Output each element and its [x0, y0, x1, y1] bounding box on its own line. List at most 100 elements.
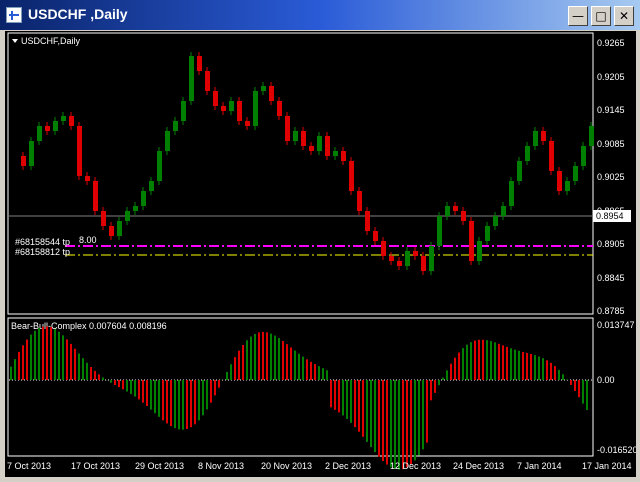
- chart-menu-triangle-icon[interactable]: [12, 39, 18, 43]
- candle-body: [421, 256, 426, 271]
- order-label-2: #68158812 tp: [15, 247, 70, 257]
- candle-body: [309, 146, 314, 151]
- date-tick-label: 17 Oct 2013: [71, 461, 120, 471]
- candle-body: [253, 91, 258, 126]
- candle-body: [437, 216, 442, 246]
- candle-body: [85, 176, 90, 181]
- candle-body: [245, 121, 250, 126]
- candle-body: [269, 86, 274, 101]
- candle-body: [221, 106, 226, 111]
- price-axis: 0.9265 0.9205 0.9145 0.9085 0.9025 0.896…: [597, 38, 625, 316]
- price-tick-label: 0.9025: [597, 172, 625, 182]
- candle-body: [189, 56, 194, 101]
- candle-body: [293, 131, 298, 141]
- candle-body: [341, 151, 346, 161]
- candle-body: [165, 131, 170, 151]
- candle-body: [501, 206, 506, 216]
- date-tick-label: 24 Dec 2013: [453, 461, 504, 471]
- candle-body: [413, 251, 418, 256]
- candle-body: [229, 101, 234, 111]
- date-tick-label: 7 Jan 2014: [517, 461, 562, 471]
- candle-body: [157, 151, 162, 181]
- window-title: USDCHF ,Daily: [28, 6, 128, 22]
- chart-symbol-label: USDCHF,Daily: [21, 36, 81, 46]
- candle-body: [21, 156, 26, 166]
- candle-body: [301, 131, 306, 146]
- minimize-button[interactable]: —: [568, 6, 588, 26]
- candle-body: [45, 126, 50, 131]
- candle-body: [381, 241, 386, 256]
- candle-body: [541, 131, 546, 141]
- candle-body: [141, 191, 146, 206]
- candle-body: [205, 71, 210, 91]
- candle-body: [237, 101, 242, 121]
- date-tick-label: 2 Dec 2013: [325, 461, 371, 471]
- date-tick-label: 29 Oct 2013: [135, 461, 184, 471]
- candle-body: [69, 116, 74, 126]
- candle-body: [485, 226, 490, 241]
- candle-body: [333, 151, 338, 156]
- candle-body: [517, 161, 522, 181]
- candle-body: [61, 116, 66, 121]
- candle-body: [53, 121, 58, 131]
- candle-body: [469, 221, 474, 261]
- price-tick-label: 0.8785: [597, 306, 625, 316]
- price-tick-label: 0.9085: [597, 139, 625, 149]
- candle-body: [461, 211, 466, 221]
- candle-body: [453, 206, 458, 211]
- price-tick-label: 0.9145: [597, 105, 625, 115]
- candle-body: [373, 231, 378, 241]
- candle-body: [557, 171, 562, 191]
- chart-window-icon: [6, 7, 22, 23]
- date-tick-label: 8 Nov 2013: [198, 461, 244, 471]
- indicator-border: [7, 317, 594, 457]
- candle-body: [277, 101, 282, 116]
- main-chart-border: [7, 32, 594, 315]
- candle-body: [133, 206, 138, 211]
- candle-body: [477, 241, 482, 261]
- candlestick-series: [21, 52, 594, 275]
- candle-body: [397, 261, 402, 266]
- candle-body: [525, 146, 530, 161]
- maximize-button[interactable]: □: [591, 6, 611, 26]
- candle-body: [589, 126, 594, 146]
- candle-body: [101, 211, 106, 226]
- candle-body: [77, 126, 82, 176]
- indicator-label: Bear-Bull-Complex 0.007604 0.008196: [11, 321, 167, 331]
- date-tick-label: 12 Dec 2013: [390, 461, 441, 471]
- candle-body: [429, 246, 434, 271]
- title-bar[interactable]: USDCHF ,Daily — □ ✕: [0, 0, 640, 30]
- candle-body: [405, 251, 410, 266]
- date-axis: 7 Oct 2013 17 Oct 2013 29 Oct 2013 8 Nov…: [7, 461, 632, 471]
- indicator-min-label: -0.016520: [597, 445, 636, 455]
- current-price-label: 0.8954: [596, 211, 624, 221]
- price-tick-label: 0.8905: [597, 239, 625, 249]
- close-button[interactable]: ✕: [614, 6, 634, 26]
- indicator-zero-label: 0.00: [597, 375, 615, 385]
- candle-body: [445, 206, 450, 216]
- indicator-max-label: 0.013747: [597, 320, 635, 330]
- candle-body: [149, 181, 154, 191]
- candle-body: [533, 131, 538, 146]
- chart-area[interactable]: USDCHF,Daily 0.9265 0.9205 0.9145 0.9085…: [5, 31, 638, 477]
- candle-body: [29, 141, 34, 166]
- candle-body: [493, 216, 498, 226]
- candle-body: [173, 121, 178, 131]
- candle-body: [197, 56, 202, 71]
- candle-body: [125, 211, 130, 221]
- order-label-1: #68158544 tp: [15, 237, 70, 247]
- candle-body: [509, 181, 514, 206]
- price-tick-label: 0.8845: [597, 273, 625, 283]
- candle-body: [365, 211, 370, 231]
- candle-body: [317, 136, 322, 151]
- order-volume-label: 8.00: [79, 235, 97, 245]
- candle-body: [213, 91, 218, 106]
- candle-body: [565, 181, 570, 191]
- candle-body: [93, 181, 98, 211]
- candle-body: [357, 191, 362, 211]
- candle-body: [581, 146, 586, 166]
- chart-canvas[interactable]: USDCHF,Daily 0.9265 0.9205 0.9145 0.9085…: [5, 31, 638, 477]
- price-tick-label: 0.9205: [597, 72, 625, 82]
- candle-body: [325, 136, 330, 156]
- candle-body: [573, 166, 578, 181]
